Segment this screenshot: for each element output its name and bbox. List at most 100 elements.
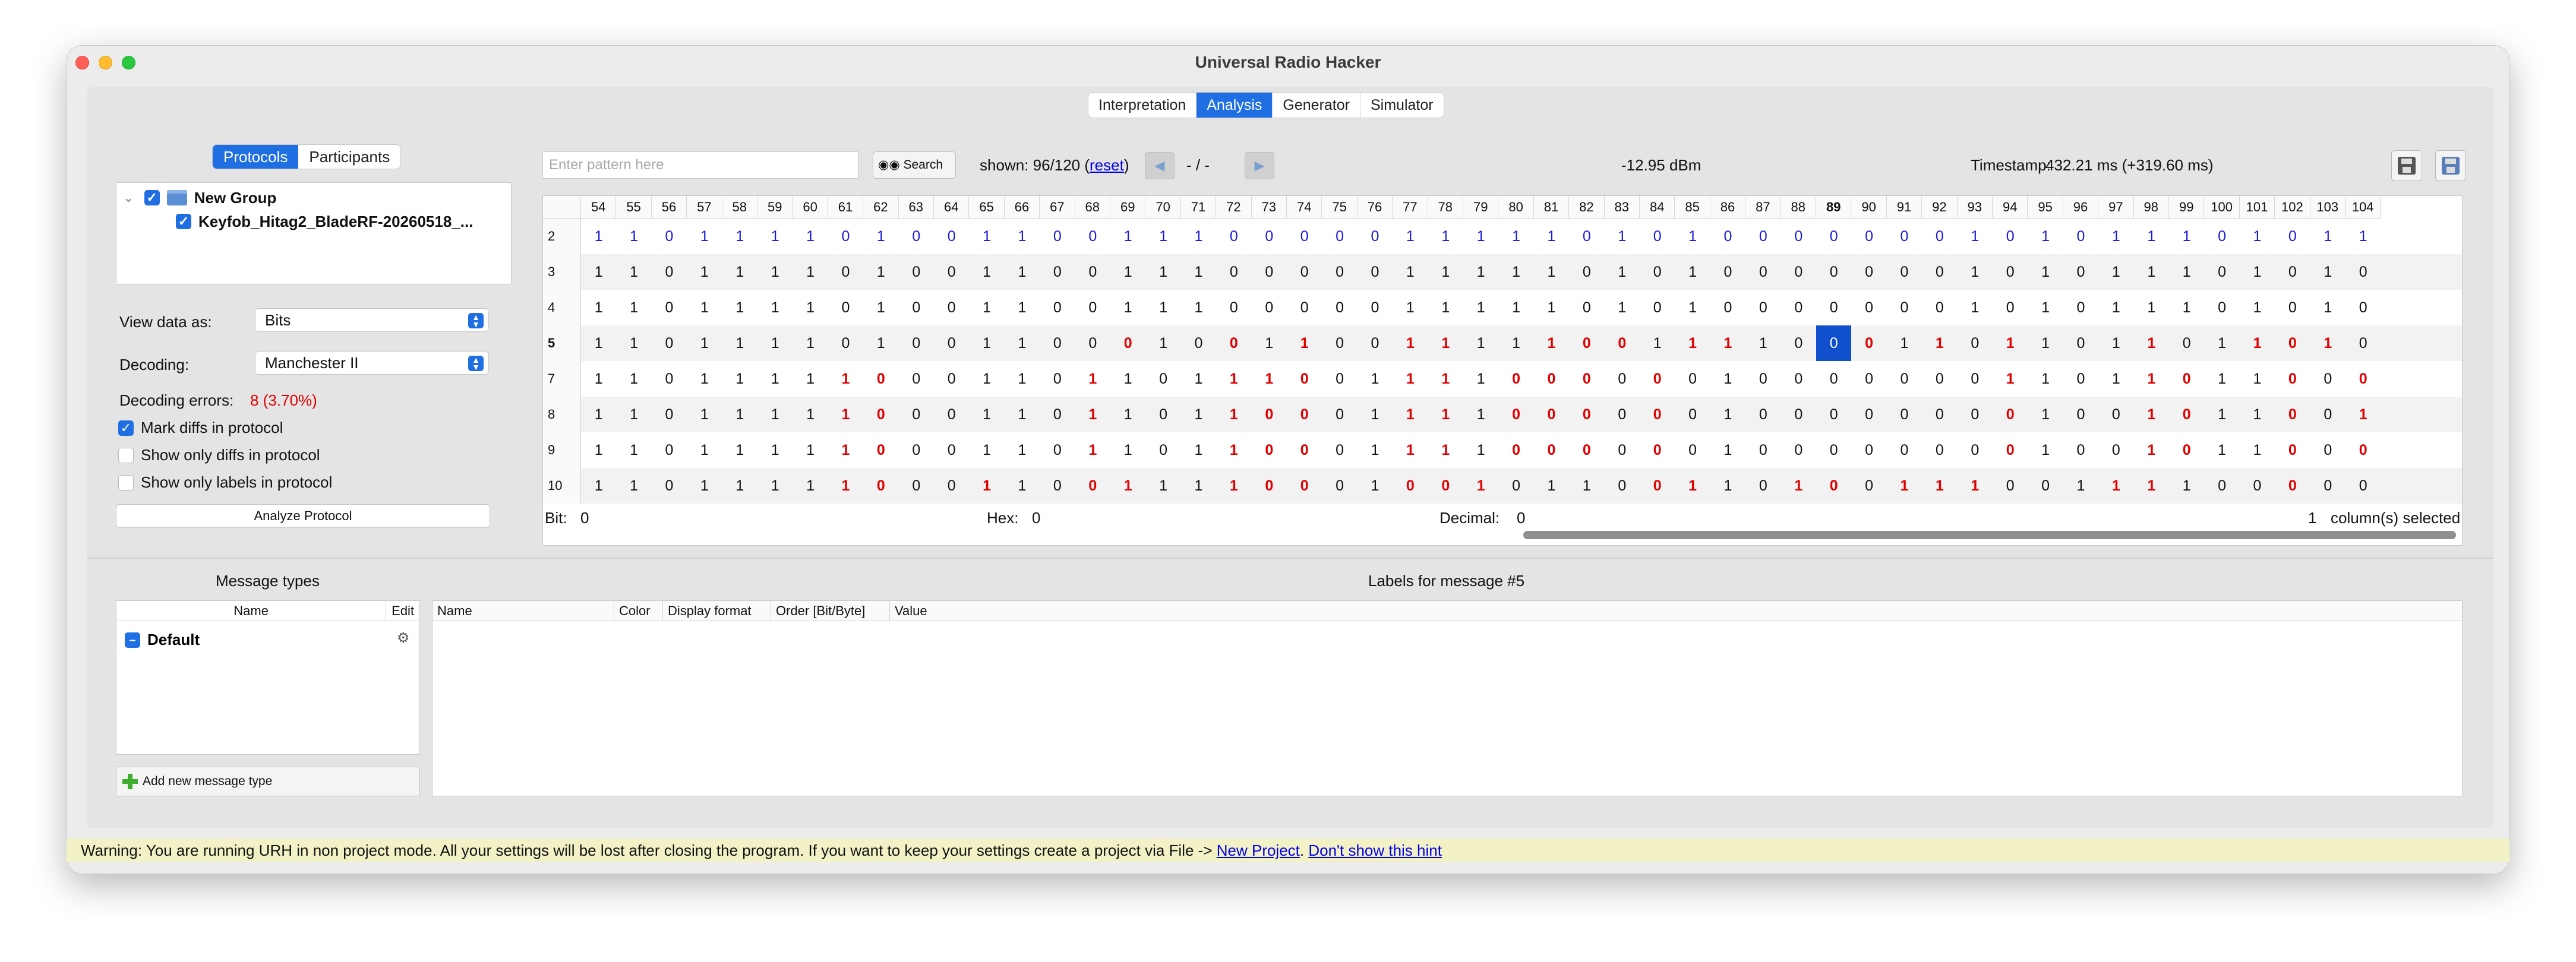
bit-cell[interactable]: 1 [1181, 397, 1216, 432]
bit-cell[interactable]: 1 [1534, 290, 1569, 325]
bit-cell[interactable]: 0 [1781, 361, 1816, 397]
bit-cell[interactable]: 1 [1145, 290, 1180, 325]
bit-cell[interactable]: 1 [1463, 397, 1498, 432]
bit-cell[interactable]: 1 [2028, 254, 2063, 290]
bit-cell[interactable]: 1 [1710, 468, 1745, 504]
bit-cell[interactable]: 1 [2240, 254, 2275, 290]
bit-cell[interactable]: 0 [1816, 219, 1851, 254]
bit-cell[interactable]: 1 [2098, 290, 2133, 325]
bit-cell[interactable]: 0 [1781, 325, 1816, 361]
bit-cell[interactable]: 1 [581, 325, 616, 361]
bit-cell[interactable]: 0 [1993, 219, 2028, 254]
bit-cell[interactable]: 1 [616, 219, 651, 254]
bit-cell[interactable]: 1 [1393, 254, 1428, 290]
bit-cell[interactable]: 0 [652, 325, 687, 361]
bit-cell[interactable]: 0 [2275, 432, 2310, 468]
bit-cell[interactable]: 0 [1781, 219, 1816, 254]
column-header[interactable]: 65 [969, 196, 1005, 219]
bit-cell[interactable]: 1 [1887, 325, 1922, 361]
bit-cell[interactable]: 1 [969, 254, 1004, 290]
bit-cell[interactable]: 1 [1181, 361, 1216, 397]
bit-cell[interactable]: 1 [828, 432, 863, 468]
bit-cell[interactable]: 1 [2028, 361, 2063, 397]
bit-cell[interactable]: 0 [652, 468, 687, 504]
bit-cell[interactable]: 1 [863, 290, 898, 325]
view-select[interactable]: Bits ▲ ▼ [255, 308, 489, 332]
column-header[interactable]: 72 [1216, 196, 1252, 219]
bit-cell[interactable]: 1 [863, 325, 898, 361]
bit-cell[interactable]: 0 [1498, 361, 1533, 397]
bit-cell[interactable]: 0 [1605, 361, 1640, 397]
tree-file-row[interactable]: ✓ Keyfob_Hitag2_BladeRF-20260518_... [176, 210, 473, 233]
bit-cell[interactable]: 0 [1569, 290, 1604, 325]
bit-cell[interactable]: 1 [2240, 432, 2275, 468]
bit-cell[interactable]: 0 [1569, 219, 1604, 254]
column-header[interactable]: 67 [1040, 196, 1075, 219]
bit-cell[interactable]: 0 [1958, 432, 1993, 468]
bit-cell[interactable]: 0 [899, 397, 934, 432]
bit-cell[interactable]: 0 [1393, 468, 1428, 504]
bit-cell[interactable]: 1 [2345, 397, 2381, 432]
bit-cell[interactable]: 1 [2240, 397, 2275, 432]
bit-cell[interactable]: 1 [1393, 219, 1428, 254]
horizontal-scrollbar[interactable] [1523, 531, 2456, 539]
bit-cell[interactable]: 0 [1993, 397, 2028, 432]
bit-cell[interactable]: 1 [1145, 468, 1180, 504]
bit-cell[interactable]: 0 [1216, 290, 1251, 325]
bit-cell[interactable]: 1 [969, 290, 1004, 325]
bit-cell[interactable]: 1 [722, 397, 757, 432]
bit-cell[interactable]: 0 [1569, 325, 1604, 361]
bit-cell[interactable]: 1 [1075, 397, 1110, 432]
bit-cell[interactable]: 1 [2098, 361, 2133, 397]
bit-cell[interactable]: 0 [1287, 397, 1322, 432]
bit-cell[interactable]: 0 [2275, 397, 2310, 432]
bit-cell[interactable]: 1 [2204, 325, 2239, 361]
bit-cell[interactable]: 0 [1640, 361, 1675, 397]
bit-cell[interactable]: 1 [687, 219, 722, 254]
bit-cell[interactable]: 0 [1287, 254, 1322, 290]
bit-cell[interactable]: 1 [1358, 468, 1393, 504]
bit-cell[interactable]: 1 [1181, 290, 1216, 325]
bit-cell[interactable]: 0 [652, 290, 687, 325]
bit-cell[interactable]: 1 [1393, 325, 1428, 361]
bit-cell[interactable]: 1 [793, 397, 828, 432]
column-header[interactable]: 71 [1180, 196, 1217, 219]
bit-cell[interactable]: 0 [2098, 397, 2133, 432]
bit-cell[interactable]: 1 [793, 219, 828, 254]
row-header[interactable]: 3 [543, 254, 581, 290]
bit-cell[interactable]: 0 [1851, 219, 1886, 254]
bit-cell[interactable]: 1 [1958, 219, 1993, 254]
bit-cell[interactable]: 0 [2345, 254, 2381, 290]
bit-cell[interactable]: 0 [934, 361, 969, 397]
bit-cell[interactable]: 1 [616, 290, 651, 325]
col-label-order[interactable]: Order [Bit/Byte] [771, 601, 890, 621]
bit-cell[interactable]: 1 [1110, 468, 1145, 504]
bit-cell[interactable]: 1 [2028, 397, 2063, 432]
bit-cell[interactable]: 1 [2063, 468, 2098, 504]
bit-cell[interactable]: 0 [1040, 432, 1075, 468]
bit-cell[interactable]: 1 [1463, 219, 1498, 254]
bit-cell[interactable]: 1 [687, 397, 722, 432]
column-header[interactable]: 84 [1640, 196, 1675, 219]
column-header[interactable]: 83 [1604, 196, 1640, 219]
bit-cell[interactable]: 0 [1322, 254, 1357, 290]
column-header[interactable]: 102 [2275, 196, 2310, 219]
bit-cell[interactable]: 0 [1569, 432, 1604, 468]
col-edit[interactable]: Edit [386, 601, 419, 621]
bit-cell[interactable]: 0 [1710, 254, 1745, 290]
previous-result-button[interactable]: ◀ [1145, 152, 1175, 179]
bit-cell[interactable]: 1 [1428, 432, 1463, 468]
column-header[interactable]: 80 [1498, 196, 1534, 219]
bit-cell[interactable]: 1 [1993, 325, 2028, 361]
bit-cell[interactable]: 1 [1463, 361, 1498, 397]
bit-cell[interactable]: 0 [1322, 325, 1357, 361]
bit-cell[interactable]: 0 [1040, 325, 1075, 361]
bit-cell[interactable]: 1 [2345, 219, 2381, 254]
bit-cell[interactable]: 1 [722, 361, 757, 397]
bit-cell[interactable]: 1 [1110, 361, 1145, 397]
bit-cell[interactable]: 0 [1781, 397, 1816, 432]
bit-cell[interactable]: 1 [1675, 254, 1710, 290]
bit-cell[interactable]: 0 [1851, 397, 1886, 432]
bit-cell[interactable]: 1 [1393, 432, 1428, 468]
reset-link[interactable]: reset [1090, 156, 1124, 174]
